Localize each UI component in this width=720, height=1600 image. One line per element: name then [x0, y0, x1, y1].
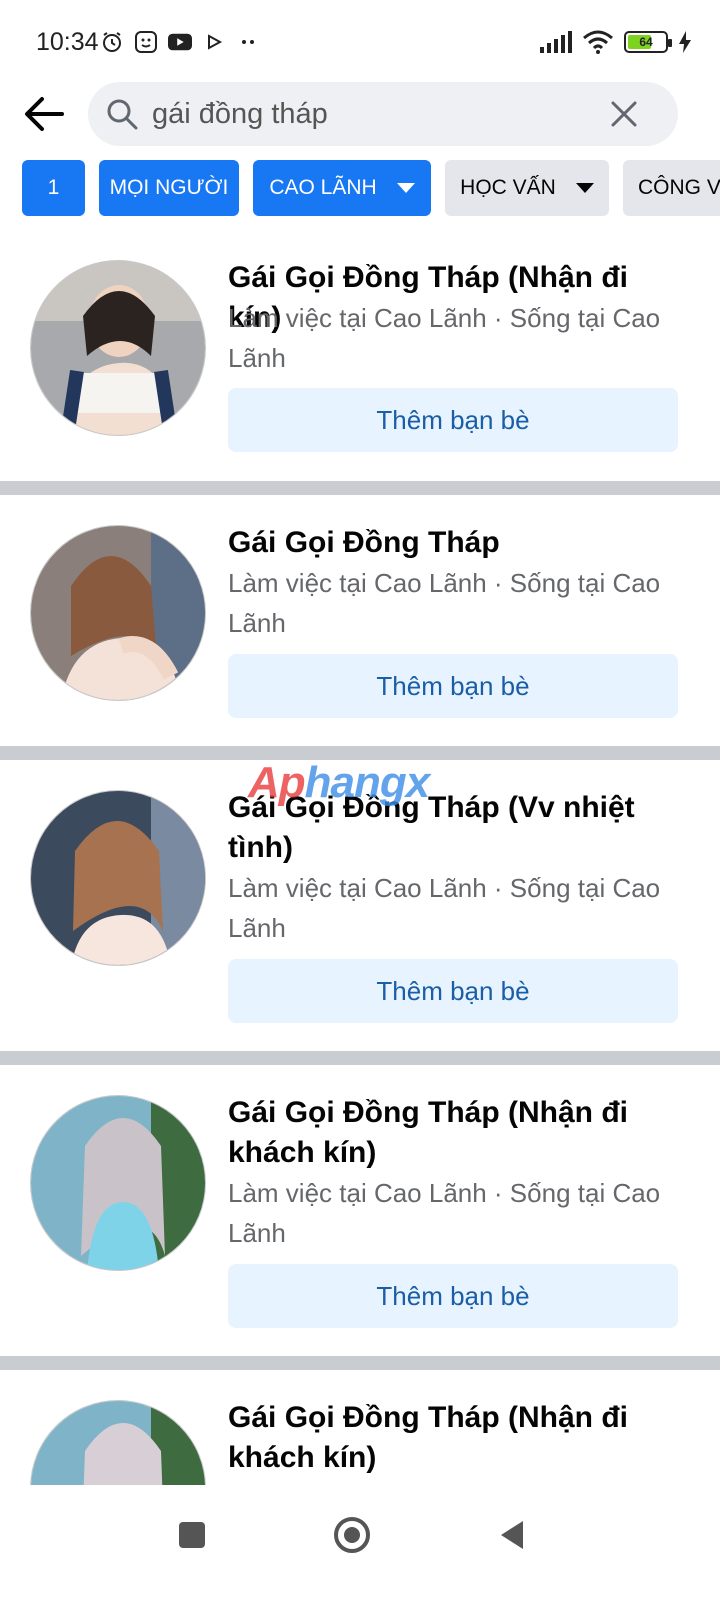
filter-chip-label: HỌC VẤN: [460, 176, 556, 199]
search-header: [0, 80, 720, 150]
status-time: 10:34: [36, 28, 99, 56]
result-meta: Làm việc tại Cao Lãnh · Sống tại Cao Lãn…: [228, 1178, 661, 1248]
signal-icon: [540, 30, 572, 54]
home-circle-icon: [334, 1517, 370, 1553]
result-meta: Làm việc tại Cao Lãnh · Sống tại Cao Lãn…: [228, 303, 661, 373]
filter-chip-label: CÔNG V: [638, 176, 720, 199]
divider: [0, 1051, 720, 1065]
triangle-back-icon: [501, 1521, 523, 1549]
filter-chip-work[interactable]: CÔNG V: [623, 160, 720, 216]
divider: [0, 1356, 720, 1370]
add-friend-button[interactable]: Thêm bạn bè: [228, 654, 678, 718]
add-friend-button[interactable]: Thêm bạn bè: [228, 959, 678, 1023]
filter-chip-count[interactable]: 1: [22, 160, 85, 216]
status-icons-right: 64: [540, 30, 692, 54]
add-friend-button[interactable]: Thêm bạn bè: [228, 1264, 678, 1328]
result-meta: Làm việc tại Cao Lãnh · Sống tại Cao Lãn…: [228, 873, 661, 943]
status-icons-left: [100, 30, 260, 54]
more-dots-icon: [236, 30, 260, 54]
back-arrow-icon: [25, 97, 64, 131]
result-item[interactable]: Gái Gọi Đồng Tháp (Nhận đi khách kín) Là…: [0, 1065, 720, 1355]
avatar[interactable]: [30, 1095, 206, 1271]
clear-icon[interactable]: [610, 100, 638, 128]
divider: [0, 481, 720, 495]
youtube-icon: [168, 30, 192, 54]
result-meta: Làm việc tại Cao Lãnh · Sống tại Cao Lãn…: [228, 568, 661, 638]
filter-chips: 1 MỌI NGƯỜI CAO LÃNH HỌC VẤN CÔNG V: [0, 160, 720, 220]
avatar[interactable]: [30, 1400, 206, 1485]
back-nav-button[interactable]: [482, 1505, 542, 1565]
search-input[interactable]: [152, 94, 582, 134]
battery-icon: 64: [624, 31, 672, 53]
filter-chip-education[interactable]: HỌC VẤN: [445, 160, 609, 216]
chevron-down-icon: [396, 183, 415, 193]
alarm-icon: [100, 30, 124, 54]
result-name[interactable]: Gái Gọi Đồng Tháp (Nhận đi khách kín): [228, 1093, 688, 1173]
add-friend-button[interactable]: Thêm bạn bè: [228, 388, 678, 452]
square-icon: [179, 1522, 205, 1548]
filter-chip-label: 1: [47, 176, 60, 199]
status-bar: 10:34 64: [0, 0, 720, 80]
face-icon: [134, 30, 158, 54]
filter-chip-label: MỌI NGƯỜI: [109, 176, 229, 199]
watermark-logo: Aphangx: [248, 758, 430, 807]
result-name[interactable]: Gái Gọi Đồng Tháp (Nhận đi khách kín): [228, 1398, 688, 1478]
search-icon: [107, 99, 138, 130]
search-results: Gái Gọi Đồng Tháp (Nhận đi kín) Làm việc…: [0, 240, 720, 1485]
result-item[interactable]: Gái Gọi Đồng Tháp Làm việc tại Cao Lãnh …: [0, 495, 720, 745]
search-box[interactable]: [88, 82, 678, 146]
result-item[interactable]: Gái Gọi Đồng Tháp (Nhận đi kín) Làm việc…: [0, 240, 720, 480]
filter-chip-label: CAO LÃNH: [269, 176, 377, 199]
avatar[interactable]: [30, 525, 206, 701]
wifi-icon: [582, 30, 614, 54]
navigation-bar: [0, 1485, 720, 1600]
avatar[interactable]: [30, 790, 206, 966]
charging-icon: [678, 30, 692, 54]
chevron-down-icon: [575, 183, 594, 193]
battery-level: 64: [639, 35, 653, 49]
back-button[interactable]: [22, 92, 66, 136]
result-item[interactable]: Gái Gọi Đồng Tháp (Nhận đi khách kín): [0, 1370, 720, 1485]
filter-chip-location[interactable]: CAO LÃNH: [253, 160, 431, 216]
home-button[interactable]: [322, 1505, 382, 1565]
result-name[interactable]: Gái Gọi Đồng Tháp: [228, 523, 688, 563]
recents-button[interactable]: [162, 1505, 222, 1565]
play-icon: [202, 30, 226, 54]
avatar[interactable]: [30, 260, 206, 436]
filter-chip-people[interactable]: MỌI NGƯỜI: [99, 160, 239, 216]
